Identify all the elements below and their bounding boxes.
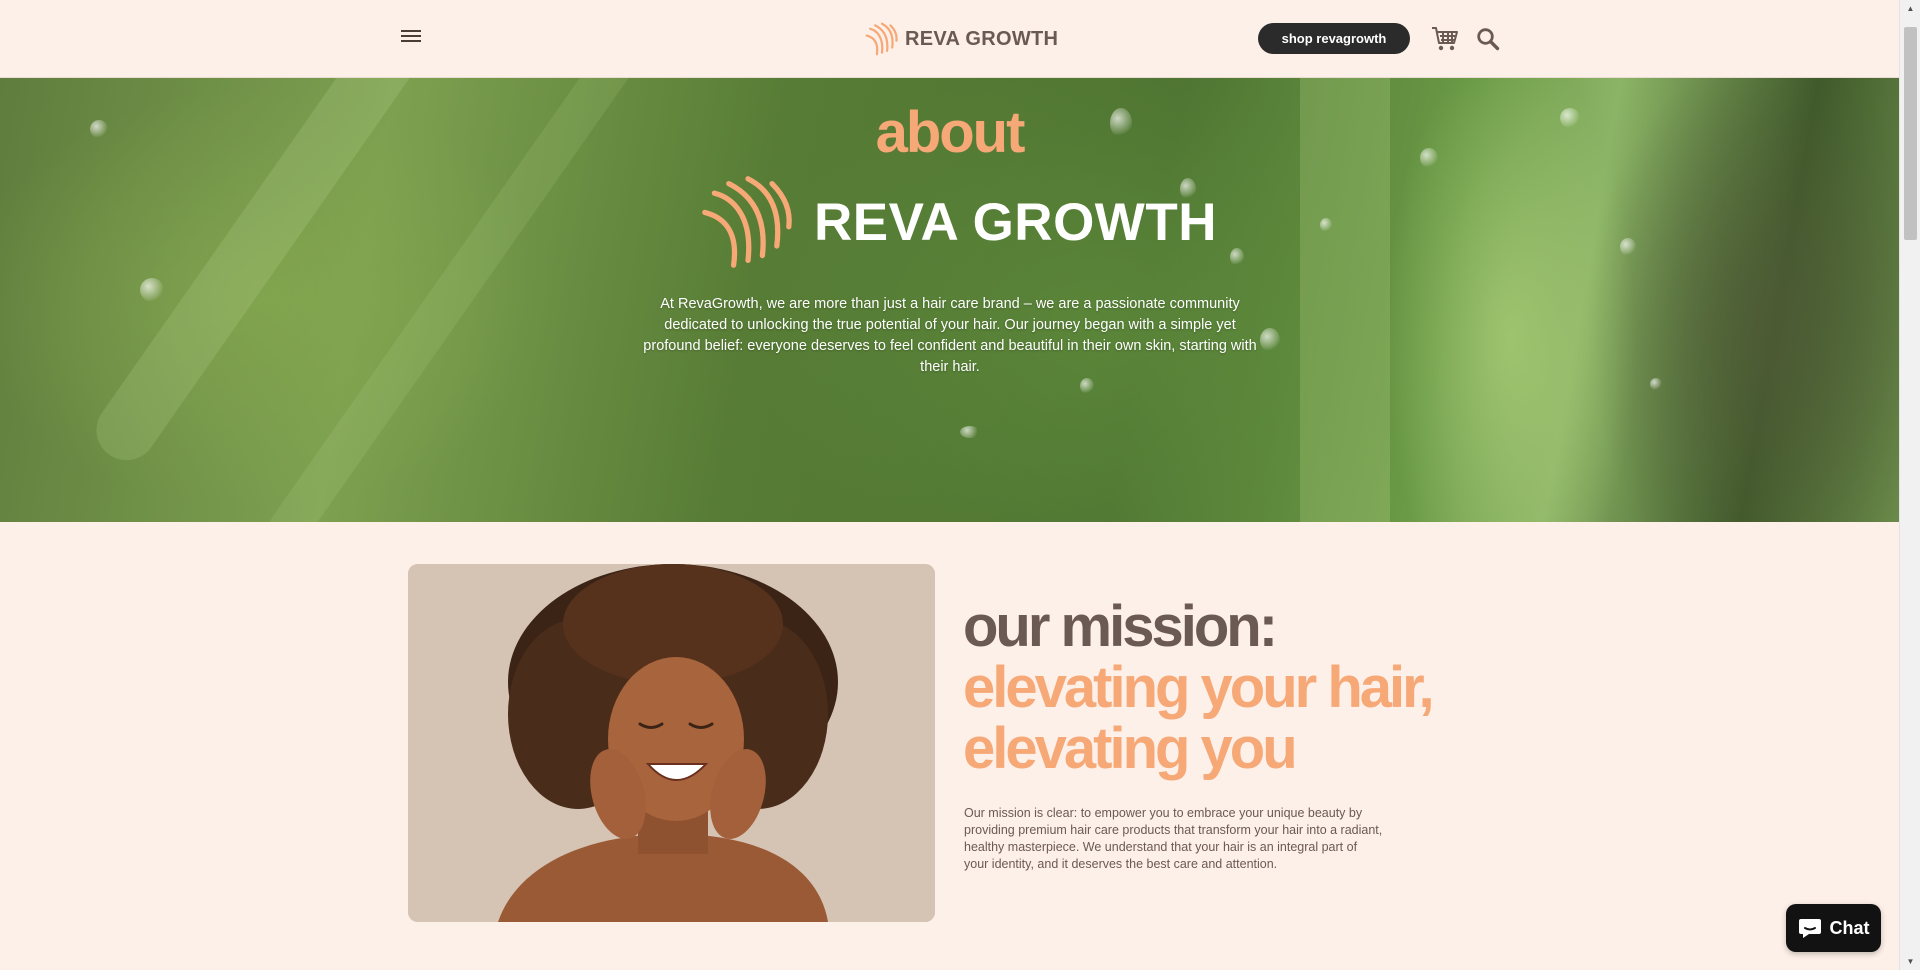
header-logo[interactable]: REVA GROWTH xyxy=(865,20,1058,58)
chat-label: Chat xyxy=(1829,917,1870,938)
hero-brand-logo: REVA GROWTH xyxy=(698,174,1217,270)
chat-button[interactable]: Chat xyxy=(1786,904,1881,952)
water-droplet xyxy=(1320,218,1332,232)
header-logo-text: REVA GROWTH xyxy=(905,27,1059,50)
mission-heading-line1: our mission: xyxy=(963,594,1278,659)
mission-heading-line3: elevating you xyxy=(963,716,1298,781)
search-icon[interactable] xyxy=(1473,24,1503,54)
water-droplet xyxy=(1230,248,1244,266)
about-description: At RevaGrowth, we are more than just a h… xyxy=(643,296,1257,375)
water-droplet xyxy=(1620,238,1636,256)
shopping-cart-icon[interactable] xyxy=(1430,24,1460,54)
scrollbar-thumb[interactable] xyxy=(1904,27,1917,240)
mission-portrait-image xyxy=(408,564,935,922)
about-title: about xyxy=(875,100,1026,165)
reva-logo-icon xyxy=(865,22,898,56)
chat-bubble-icon xyxy=(1798,919,1821,938)
scroll-up-arrow-icon[interactable]: ▲ xyxy=(1900,0,1920,17)
water-droplet xyxy=(1260,328,1280,352)
water-droplet xyxy=(960,426,980,438)
page-scrollbar[interactable]: ▲ ▼ xyxy=(1899,0,1920,970)
water-droplet xyxy=(1650,378,1662,390)
mission-description: Our mission is clear: to empower you to … xyxy=(964,806,1383,871)
about-hero: about REVA GROWTH At RevaGrowth, we are … xyxy=(0,78,1899,522)
water-droplet xyxy=(140,278,164,302)
shop-revagrowth-button[interactable]: shop revagrowth xyxy=(1258,23,1410,54)
water-droplet xyxy=(1080,378,1094,394)
mission-heading-line2: elevating your hair, xyxy=(963,655,1435,720)
scroll-down-arrow-icon[interactable]: ▼ xyxy=(1900,953,1920,970)
mission-heading: our mission: elevating your hair, elevat… xyxy=(963,594,1435,781)
reva-logo-icon xyxy=(702,176,792,268)
hamburger-menu-icon[interactable] xyxy=(401,28,421,48)
site-header: REVA GROWTH shop revagrowth xyxy=(0,0,1899,78)
hero-logo-text: REVA GROWTH xyxy=(814,192,1217,252)
